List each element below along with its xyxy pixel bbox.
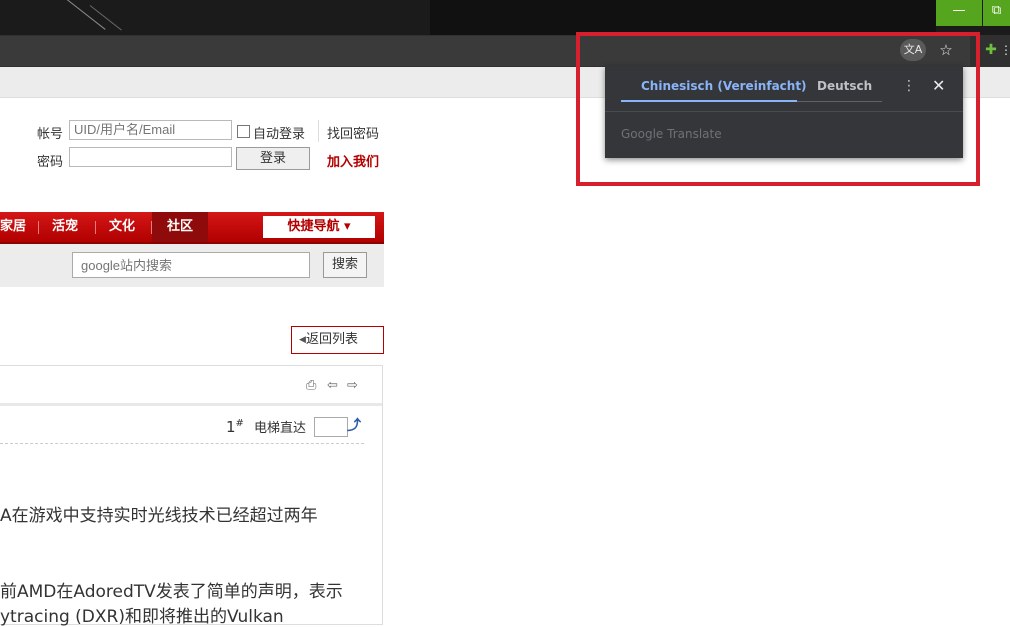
tab-strip <box>430 0 936 35</box>
account-input[interactable] <box>69 120 232 140</box>
divider <box>0 443 364 444</box>
join-link[interactable]: 加入我们 <box>327 151 379 170</box>
post-number-sup: # <box>235 418 244 429</box>
restore-button[interactable]: ⧉ <box>983 0 1010 26</box>
post-paragraph: ytracing (DXR)和即将推出的Vulkan <box>0 607 284 627</box>
nav-separator <box>38 221 39 234</box>
nav-item-culture[interactable]: 文化 <box>109 212 141 242</box>
title-bar: — ⧉ <box>0 0 1010 35</box>
elevator-label: 电梯直达 <box>254 421 307 436</box>
search-input[interactable] <box>72 252 310 278</box>
caret-left-icon: ◀ <box>299 335 306 345</box>
post-number-value: 1 <box>226 418 236 436</box>
nav-separator <box>95 221 96 234</box>
post-paragraph: 前AMD在AdoredTV发表了简单的声明，表示 <box>0 582 343 602</box>
auto-login-checkbox[interactable] <box>237 125 250 138</box>
thread-header: ⎙ ⇦ ⇨ <box>0 366 382 406</box>
search-button[interactable]: 搜索 <box>323 252 367 278</box>
next-thread-icon[interactable]: ⇨ <box>347 378 358 393</box>
highlight-annotation <box>576 32 980 186</box>
wallpaper-line <box>89 5 122 31</box>
print-icon[interactable]: ⎙ <box>306 378 316 393</box>
minimize-button[interactable]: — <box>936 0 982 26</box>
elevator-go-icon[interactable]: ⤴ <box>347 415 361 435</box>
quick-nav-button[interactable]: 快捷导航 ▾ <box>263 216 375 238</box>
elevator-input[interactable] <box>314 417 348 437</box>
nav-item-home[interactable]: 家居 <box>0 212 28 242</box>
divider <box>318 120 319 142</box>
main-nav: 家居 活宠 文化 社区 快捷导航 ▾ <box>0 212 384 244</box>
search-bar: 搜索 <box>0 244 384 287</box>
auto-login-label: 自动登录 <box>253 127 306 142</box>
prev-thread-icon[interactable]: ⇦ <box>327 378 338 393</box>
menu-icon[interactable]: ⋮ <box>1000 39 1010 61</box>
thread-container: ⎙ ⇦ ⇨ 1# 电梯直达 ⤴ A在游戏中支持实时光线技术已经超过两年 前AMD… <box>0 365 383 627</box>
password-label: 密码 <box>37 155 64 170</box>
password-input[interactable] <box>69 147 232 167</box>
find-password-link[interactable]: 找回密码 <box>327 123 379 142</box>
post-paragraph: A在游戏中支持实时光线技术已经超过两年 <box>0 506 318 526</box>
wallpaper-line <box>57 0 106 30</box>
nav-item-pets[interactable]: 活宠 <box>52 212 84 242</box>
back-to-list-button[interactable]: ◀ 返回列表 <box>291 326 384 354</box>
nav-item-community[interactable]: 社区 <box>152 212 208 242</box>
login-button[interactable]: 登录 <box>236 147 310 170</box>
account-label: 帐号 <box>37 127 64 142</box>
back-label: 返回列表 <box>306 332 359 347</box>
post-number: 1# <box>226 418 244 436</box>
